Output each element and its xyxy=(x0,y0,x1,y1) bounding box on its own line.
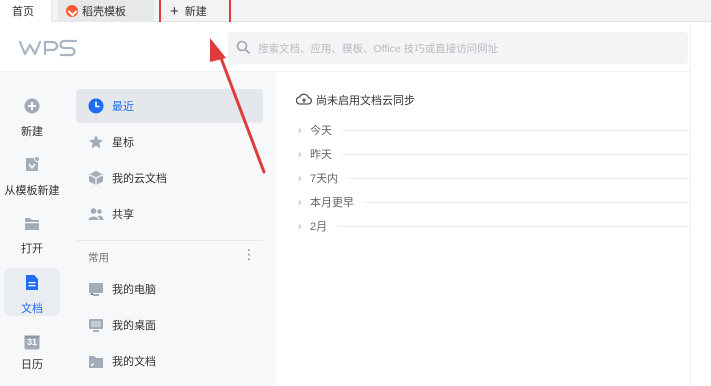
rail-item-from-template[interactable]: 从模板新建 xyxy=(0,156,64,198)
divider xyxy=(342,129,690,131)
computer-icon xyxy=(88,281,104,297)
cloud-sync-status[interactable]: 尚未启用文档云同步 xyxy=(295,92,415,108)
divider xyxy=(364,201,690,203)
header: 搜索文档、应用、模板、Office 技巧或直接访问网址 xyxy=(0,22,711,72)
group-this-month[interactable]: › 本月更早 xyxy=(298,192,690,212)
sync-status-label: 尚未启用文档云同步 xyxy=(316,95,415,107)
nav-label: 最近 xyxy=(112,101,134,113)
search-icon xyxy=(236,40,250,57)
plus-icon: + xyxy=(170,2,179,20)
nav-label: 我的电脑 xyxy=(112,284,156,296)
group-label: 本月更早 xyxy=(310,197,354,209)
group-february[interactable]: › 2月 xyxy=(298,216,690,236)
search-input[interactable]: 搜索文档、应用、模板、Office 技巧或直接访问网址 xyxy=(258,41,498,56)
template-icon xyxy=(24,156,40,176)
nav-item-my-documents[interactable]: 我的文档 xyxy=(76,344,263,378)
tab-docer-templates[interactable]: 稻壳模板 xyxy=(58,0,154,22)
chevron-right-icon: › xyxy=(298,196,302,208)
tab-bar: 首页 稻壳模板 + 新建 xyxy=(0,0,711,22)
nav-item-my-computer[interactable]: 我的电脑 xyxy=(76,272,263,306)
right-edge xyxy=(690,22,711,386)
calendar-day: 31 xyxy=(26,337,37,347)
rail-label: 打开 xyxy=(21,243,43,255)
folder-shortcut-icon xyxy=(88,353,104,369)
wps-logo xyxy=(18,39,82,60)
nav-item-cloud-docs[interactable]: 我的云文档 xyxy=(76,161,263,195)
docer-logo-icon xyxy=(66,5,78,17)
nav-label: 我的桌面 xyxy=(112,320,156,332)
tab-template-label: 稻壳模板 xyxy=(82,6,126,18)
group-label: 昨天 xyxy=(310,149,332,161)
plus-circle-icon xyxy=(24,98,40,117)
cloud-sync-icon xyxy=(295,93,313,108)
folder-icon xyxy=(24,216,40,234)
nav-label: 星标 xyxy=(112,137,134,149)
chevron-right-icon: › xyxy=(298,220,302,232)
nav-label: 我的文档 xyxy=(112,356,156,368)
desktop-icon xyxy=(88,317,104,333)
star-icon xyxy=(88,134,104,150)
new-tab-label: 新建 xyxy=(184,6,207,18)
divider xyxy=(348,177,690,179)
nav-panel: 最近 星标 我的云文档 共享 常用 ⋮ 我的电脑 我的桌面 我的文档 xyxy=(64,72,276,386)
chevron-right-icon: › xyxy=(298,148,302,160)
group-label: 2月 xyxy=(310,221,328,233)
document-icon xyxy=(25,274,39,294)
rail-label: 新建 xyxy=(21,126,43,138)
nav-label: 共享 xyxy=(112,209,134,221)
chevron-right-icon: › xyxy=(298,124,302,136)
rail-label: 文档 xyxy=(21,303,43,315)
chevron-right-icon: › xyxy=(298,172,302,184)
new-tab-button[interactable]: + 新建 xyxy=(166,0,230,22)
nav-divider xyxy=(76,240,263,241)
nav-label: 我的云文档 xyxy=(112,173,167,185)
rail-item-calendar[interactable]: 31 日历 xyxy=(0,334,64,372)
divider xyxy=(342,153,690,155)
people-icon xyxy=(88,206,104,222)
nav-item-my-desktop[interactable]: 我的桌面 xyxy=(76,308,263,342)
group-label: 今天 xyxy=(310,125,332,137)
clock-icon xyxy=(88,98,104,114)
nav-item-shared[interactable]: 共享 xyxy=(76,197,263,231)
rail-label: 日历 xyxy=(21,359,43,371)
group-yesterday[interactable]: › 昨天 xyxy=(298,144,690,164)
tab-home[interactable]: 首页 xyxy=(0,0,52,22)
divider xyxy=(337,225,690,227)
rail-item-documents[interactable]: 文档 xyxy=(4,268,60,316)
calendar-icon: 31 xyxy=(24,334,40,350)
nav-section-title: 常用 xyxy=(88,252,109,264)
nav-item-starred[interactable]: 星标 xyxy=(76,125,263,159)
nav-item-recent[interactable]: 最近 xyxy=(76,89,263,123)
group-today[interactable]: › 今天 xyxy=(298,120,690,140)
cloud-box-icon xyxy=(88,170,104,186)
tab-home-label: 首页 xyxy=(12,6,34,18)
main-content: 尚未启用文档云同步 › 今天 › 昨天 › 7天内 › 本月更早 › 2月 xyxy=(276,72,690,386)
rail-item-new[interactable]: 新建 xyxy=(0,98,64,139)
more-options-icon[interactable]: ⋮ xyxy=(242,247,256,261)
rail-item-open[interactable]: 打开 xyxy=(0,216,64,256)
left-rail: 新建 从模板新建 打开 文档 31 日历 xyxy=(0,72,64,386)
group-7-days[interactable]: › 7天内 xyxy=(298,168,690,188)
search-box[interactable]: 搜索文档、应用、模板、Office 技巧或直接访问网址 xyxy=(228,32,688,64)
group-label: 7天内 xyxy=(310,173,339,185)
rail-label: 从模板新建 xyxy=(4,185,60,197)
